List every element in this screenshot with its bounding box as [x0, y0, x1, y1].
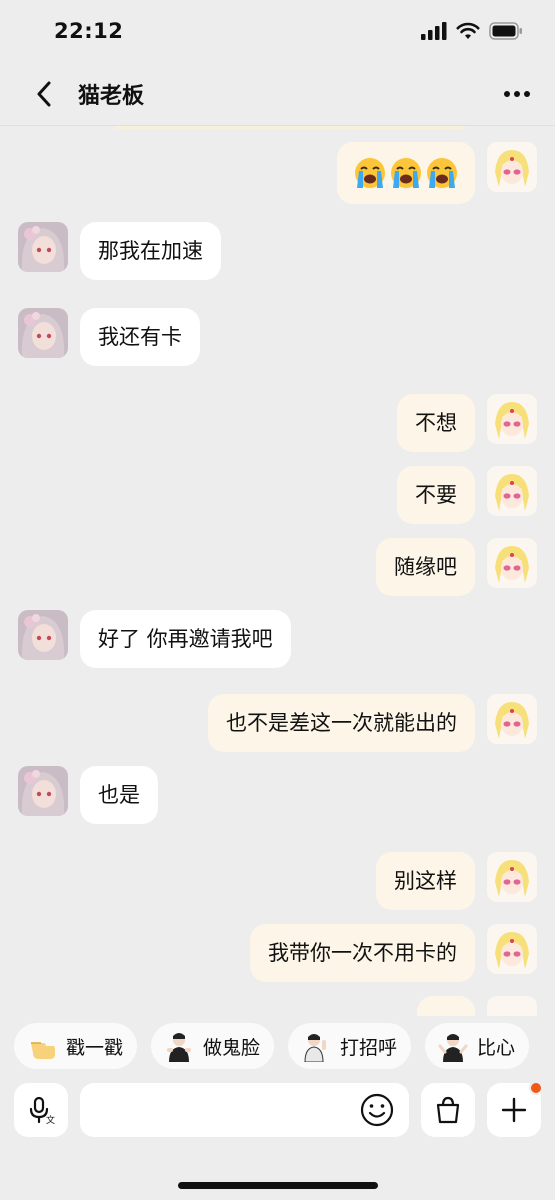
anime-girl-avatar-icon — [18, 222, 68, 272]
nav-bar: 猫老板 — [0, 62, 555, 126]
poke-chip[interactable]: 戳一戳 — [14, 1023, 138, 1069]
plus-icon — [501, 1097, 527, 1123]
message-bubble[interactable]: 别这样 — [376, 852, 475, 910]
battery-icon — [489, 22, 522, 40]
signal-icon — [421, 22, 447, 40]
message-bubble[interactable]: 不要 — [397, 466, 475, 524]
back-button[interactable] — [24, 74, 64, 114]
self-avatar[interactable] — [487, 538, 537, 588]
message-bubble[interactable]: 我还有卡 — [80, 308, 200, 366]
status-bar: 22:12 — [0, 0, 555, 62]
message-bubble[interactable]: 随缘吧 — [376, 538, 475, 596]
message-input[interactable] — [94, 1099, 354, 1121]
partial-self-avatar — [487, 996, 537, 1016]
contact-avatar[interactable] — [18, 308, 68, 358]
message-bubble[interactable]: 也是 — [80, 766, 158, 824]
sailor-moon-avatar-icon — [487, 142, 537, 192]
sailor-moon-avatar-icon — [487, 924, 537, 974]
message-row: 也是 — [18, 766, 158, 824]
wave-hello-sticker-icon — [300, 1030, 332, 1062]
voice-input-button[interactable]: 文 — [14, 1083, 68, 1137]
svg-text:文: 文 — [46, 1114, 55, 1125]
self-avatar[interactable] — [487, 694, 537, 744]
self-avatar[interactable] — [487, 466, 537, 516]
input-bar: 文 — [0, 1081, 555, 1138]
partial-message-bubble — [417, 996, 475, 1016]
microphone-translate-icon: 文 — [29, 1096, 55, 1125]
contact-avatar[interactable] — [18, 222, 68, 272]
message-bubble[interactable]: 我带你一次不用卡的 — [250, 924, 475, 982]
message-bubble[interactable]: 不想 — [397, 394, 475, 452]
funny-face-sticker-icon — [163, 1030, 195, 1062]
message-row: 不要 — [397, 466, 537, 524]
message-row — [337, 142, 537, 204]
status-time: 22:12 — [54, 19, 124, 43]
message-row: 我带你一次不用卡的 — [250, 924, 537, 982]
loudly-crying-face-emoji-icon — [391, 158, 421, 188]
self-avatar[interactable] — [487, 394, 537, 444]
loudly-crying-face-emoji-icon — [427, 158, 457, 188]
message-row: 随缘吧 — [376, 538, 537, 596]
message-row: 那我在加速 — [18, 222, 221, 280]
chip-label: 做鬼脸 — [203, 1036, 261, 1059]
anime-girl-avatar-icon — [18, 308, 68, 358]
shop-button[interactable] — [421, 1083, 475, 1137]
message-bubble[interactable] — [337, 142, 475, 204]
sailor-moon-avatar-icon — [487, 694, 537, 744]
finger-heart-sticker-icon — [437, 1030, 469, 1062]
sailor-moon-avatar-icon — [487, 852, 537, 902]
sailor-moon-avatar-icon — [487, 394, 537, 444]
more-actions-button[interactable] — [487, 1081, 543, 1137]
quick-reaction-bar: 戳一戳 做鬼脸 打招呼 比心 — [0, 1020, 555, 1072]
message-bubble[interactable]: 也不是差这一次就能出的 — [208, 694, 475, 752]
finger-heart-chip[interactable]: 比心 — [425, 1023, 530, 1069]
sailor-moon-avatar-icon — [487, 466, 537, 516]
message-row: 别这样 — [376, 852, 537, 910]
message-input-field[interactable] — [80, 1083, 409, 1137]
say-hello-chip[interactable]: 打招呼 — [288, 1023, 412, 1069]
chip-label: 比心 — [477, 1036, 516, 1059]
message-row: 不想 — [397, 394, 537, 452]
self-avatar[interactable] — [487, 142, 537, 192]
contact-avatar[interactable] — [18, 610, 68, 660]
contact-avatar[interactable] — [18, 766, 68, 816]
anime-girl-avatar-icon — [18, 766, 68, 816]
more-options-button[interactable] — [497, 74, 537, 114]
chat-messages[interactable]: 那我在加速 我还有卡 不想 不要 随缘吧 好了 你再邀请我吧 也不是差这一次就能… — [0, 126, 555, 1016]
anime-girl-avatar-icon — [18, 610, 68, 660]
status-icons — [421, 22, 523, 40]
chat-title: 猫老板 — [78, 83, 145, 109]
funny-face-chip[interactable]: 做鬼脸 — [151, 1023, 275, 1069]
message-row: 也不是差这一次就能出的 — [208, 694, 537, 752]
message-bubble[interactable]: 好了 你再邀请我吧 — [80, 610, 291, 668]
poke-hand-icon — [26, 1030, 58, 1062]
message-bubble[interactable]: 那我在加速 — [80, 222, 221, 280]
chip-label: 戳一戳 — [66, 1036, 124, 1059]
chip-label: 打招呼 — [340, 1036, 398, 1059]
loudly-crying-face-emoji-icon — [355, 158, 385, 188]
sailor-moon-avatar-icon — [487, 538, 537, 588]
shopping-bag-icon — [436, 1096, 460, 1124]
home-indicator — [178, 1182, 378, 1189]
self-avatar[interactable] — [487, 924, 537, 974]
message-row: 我还有卡 — [18, 308, 200, 366]
chevron-left-icon — [37, 81, 51, 106]
self-avatar[interactable] — [487, 852, 537, 902]
smiley-face-icon[interactable] — [359, 1092, 395, 1128]
message-row: 好了 你再邀请我吧 — [18, 610, 291, 668]
notification-dot — [529, 1081, 543, 1095]
ellipsis-icon — [504, 91, 530, 97]
wifi-icon — [456, 22, 480, 39]
